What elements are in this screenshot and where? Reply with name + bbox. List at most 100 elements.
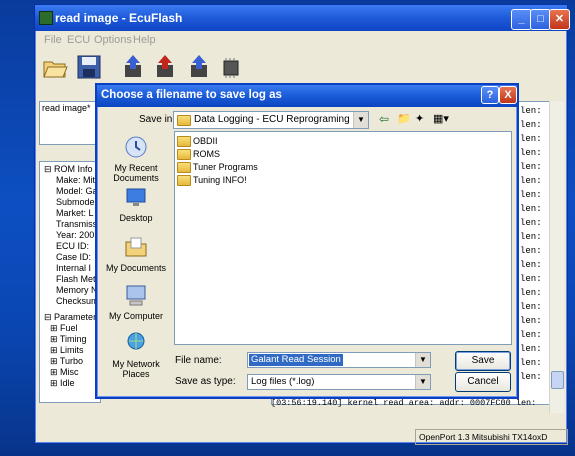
save-in-dropdown[interactable]: Data Logging - ECU Reprograming LT ▼ — [173, 111, 369, 129]
recent-documents-icon — [125, 136, 147, 158]
close-button[interactable]: ✕ — [549, 9, 570, 30]
write-ecu-icon[interactable] — [151, 53, 179, 81]
folder-icon — [177, 115, 191, 126]
tree-item[interactable]: Internal I — [56, 263, 91, 273]
log-line: len: — [520, 134, 542, 144]
log-line: len: — [520, 372, 542, 382]
folder-icon — [177, 136, 191, 148]
test-write-icon[interactable] — [185, 53, 213, 81]
file-item-obdii[interactable]: OBDII — [177, 136, 218, 148]
log-scrollbar[interactable] — [549, 101, 564, 413]
log-line: len: — [520, 274, 542, 284]
my-computer-icon — [126, 285, 146, 306]
menu-ecu[interactable]: ECU — [67, 34, 90, 46]
log-line: len: — [520, 204, 542, 214]
toolbar — [35, 51, 567, 85]
tree-item[interactable]: Submodel — [56, 197, 97, 207]
tree-param-timing[interactable]: ⊞ Timing — [50, 334, 87, 345]
tree-item[interactable]: Market: L — [56, 208, 94, 218]
file-item-tuning-info[interactable]: Tuning INFO! — [177, 175, 247, 187]
tree-item[interactable]: Model: Ga — [56, 186, 98, 196]
tree-item[interactable]: Make: Mit — [56, 175, 95, 185]
cancel-button[interactable]: Cancel — [455, 372, 511, 392]
place-my-computer[interactable]: My Computer — [100, 283, 172, 321]
read-ecu-icon[interactable] — [119, 53, 147, 81]
status-bar: OpenPort 1.3 Mitsubishi TX14oxD — [415, 429, 568, 445]
log-line: len: — [520, 302, 542, 312]
file-item-tuner-programs[interactable]: Tuner Programs — [177, 162, 258, 174]
menu-file[interactable]: File — [44, 34, 62, 46]
file-name-value: Galant Read Session — [249, 354, 343, 366]
chevron-down-icon[interactable]: ▼ — [415, 375, 430, 389]
log-line: len: — [520, 218, 542, 228]
log-line: len: — [520, 148, 542, 158]
log-line: len: — [520, 260, 542, 270]
up-folder-icon[interactable]: 📁 — [397, 112, 411, 125]
save-as-type-value: Log files (*.log) — [251, 376, 315, 387]
place-recent[interactable]: My Recent Documents — [100, 135, 172, 183]
tree-item[interactable]: Checksum — [56, 296, 99, 306]
tree-item[interactable]: Flash Met — [56, 274, 96, 284]
main-window-title: read image - EcuFlash — [55, 11, 183, 25]
save-button[interactable]: Save — [455, 351, 511, 371]
save-as-type-label: Save as type: — [175, 376, 236, 387]
maximize-button[interactable]: □ — [530, 9, 551, 30]
save-disk-icon[interactable] — [75, 53, 103, 81]
log-line: len: — [520, 358, 542, 368]
dialog-title: Choose a filename to save log as — [101, 89, 282, 101]
tree-item[interactable]: Year: 200 — [56, 230, 94, 240]
log-scroll-thumb[interactable] — [551, 371, 564, 389]
app-icon — [39, 11, 53, 25]
places-bar: My Recent Documents Desktop My Documents… — [100, 131, 172, 389]
chevron-down-icon[interactable]: ▼ — [415, 353, 430, 367]
log-last-line: [03:56:19.140] kernel read area: addr: 0… — [271, 398, 537, 408]
tree-item[interactable]: Memory N — [56, 285, 98, 295]
dialog-close-button[interactable]: X — [499, 86, 517, 104]
help-button[interactable]: ? — [481, 86, 499, 104]
save-dialog: Choose a filename to save log as ? X Sav… — [95, 83, 519, 399]
view-menu-icon[interactable]: ▦▾ — [433, 112, 449, 125]
place-desktop[interactable]: Desktop — [100, 185, 172, 223]
tree-param-idle[interactable]: ⊞ Idle — [50, 378, 75, 389]
back-icon[interactable]: ⇦ — [379, 112, 389, 126]
log-line: len: — [520, 176, 542, 186]
place-network[interactable]: My Network Places — [100, 331, 172, 379]
main-title-bar[interactable]: read image - EcuFlash _ □ ✕ — [35, 5, 570, 31]
tree-param-limits[interactable]: ⊞ Limits — [50, 345, 84, 356]
rom-name: read image* — [42, 103, 91, 113]
minimize-button[interactable]: _ — [511, 9, 532, 30]
new-folder-icon[interactable]: ✦ — [415, 112, 424, 125]
tree-param-misc[interactable]: ⊞ Misc — [50, 367, 79, 378]
log-line: len: — [520, 316, 542, 326]
log-line: len: — [520, 162, 542, 172]
my-documents-icon — [125, 237, 147, 257]
file-item-roms[interactable]: ROMS — [177, 149, 220, 161]
log-line: len: — [520, 106, 542, 116]
folder-icon — [177, 175, 191, 187]
network-places-icon — [127, 332, 145, 350]
open-folder-icon[interactable] — [41, 53, 69, 81]
tree-parameters[interactable]: ⊟ Parameters — [44, 312, 100, 323]
file-name-input[interactable]: Galant Read Session ▼ — [247, 352, 431, 368]
tree-item[interactable]: Transmiss — [56, 219, 97, 229]
log-line: len: — [520, 344, 542, 354]
log-line: len: — [520, 232, 542, 242]
tree-param-fuel[interactable]: ⊞ Fuel — [50, 323, 78, 334]
place-my-documents[interactable]: My Documents — [100, 235, 172, 273]
dialog-title-bar[interactable]: Choose a filename to save log as ? X — [97, 85, 517, 107]
menu-options[interactable]: Options — [94, 34, 132, 46]
tree-item[interactable]: ECU ID: — [56, 241, 89, 251]
chip-icon[interactable] — [217, 53, 245, 81]
desktop-icon — [126, 188, 146, 206]
save-in-value: Data Logging - ECU Reprograming LT — [194, 114, 364, 125]
log-line: len: — [520, 120, 542, 130]
save-as-type-dropdown[interactable]: Log files (*.log) ▼ — [247, 374, 431, 390]
file-list: OBDII ROMS Tuner Programs Tuning INFO! — [174, 131, 512, 345]
menu-help[interactable]: Help — [133, 34, 156, 46]
log-line: len: — [520, 190, 542, 200]
chevron-down-icon[interactable]: ▼ — [353, 112, 368, 128]
tree-rom-info[interactable]: ⊟ ROM Info — [44, 164, 93, 175]
tree-param-turbo[interactable]: ⊞ Turbo — [50, 356, 83, 367]
folder-icon — [177, 162, 191, 174]
tree-item[interactable]: Case ID: — [56, 252, 91, 262]
